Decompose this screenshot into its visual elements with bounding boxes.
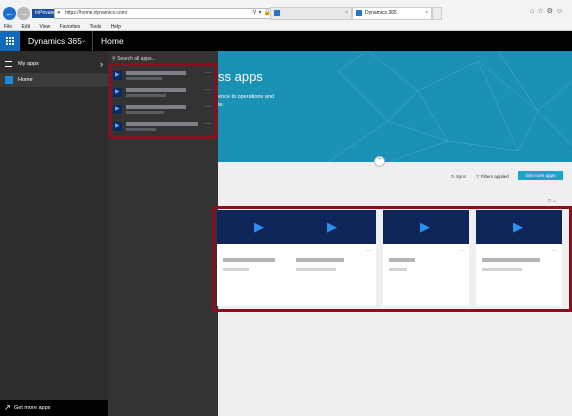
tab-favicon-icon <box>274 10 280 16</box>
search-all-apps[interactable]: ⚲ Search all apps... <box>112 56 156 62</box>
sync-icon: ↻ <box>451 174 455 179</box>
view-toggle-icon[interactable]: □ ⌄ <box>548 198 557 204</box>
nav-item-label: My apps <box>18 61 39 67</box>
filters-button[interactable]: ▽ Filters applied <box>476 173 509 181</box>
collapse-hero-icon[interactable]: ⌃ <box>374 156 385 167</box>
left-navigation: My apps › Home ↗ Get more apps <box>0 51 108 416</box>
back-button[interactable] <box>3 7 16 20</box>
nav-item-home[interactable]: Home <box>0 73 108 87</box>
breadcrumb: Home <box>101 36 124 46</box>
highlight-box-apps <box>109 63 217 139</box>
url-text: https://home.dynamics.com/ <box>65 10 128 16</box>
get-more-apps-label: Get more apps <box>14 405 51 411</box>
search-placeholder: Search all apps... <box>117 56 156 62</box>
chevron-right-icon: › <box>100 59 103 69</box>
tab-title: Dynamics 365 <box>365 10 397 16</box>
menu-view[interactable]: View <box>39 23 50 31</box>
list-icon <box>5 61 12 67</box>
sync-button[interactable]: ↻ Sync <box>451 173 466 181</box>
forward-button[interactable] <box>17 7 30 20</box>
address-row: InPrivate ● https://home.dynamics.com/ ⚲… <box>0 6 572 21</box>
highlight-box-cards <box>212 206 572 312</box>
get-more-apps-button[interactable]: Get more apps <box>518 171 563 180</box>
sync-label: Sync <box>456 174 467 179</box>
home-icon <box>5 76 13 84</box>
hero-banner: ss apps ence to operations and te. <box>218 51 572 162</box>
close-tab-icon[interactable]: × <box>345 8 348 19</box>
menu-favorites[interactable]: Favorites <box>60 23 81 31</box>
get-more-apps-label: Get more apps <box>525 173 556 178</box>
tab-background[interactable]: × <box>270 7 352 20</box>
tab-favicon-icon <box>356 10 362 16</box>
hero-title: ss apps <box>218 69 263 84</box>
menu-file[interactable]: File <box>4 23 12 31</box>
address-bar[interactable]: ● https://home.dynamics.com/ ⚲▾🔒↻ <box>54 8 284 19</box>
search-icon: ⚲ <box>112 56 116 62</box>
chevron-down-icon[interactable]: ⌄ <box>81 31 86 51</box>
new-tab-button[interactable] <box>432 7 442 20</box>
nav-item-my-apps[interactable]: My apps › <box>0 57 108 71</box>
app-name[interactable]: Dynamics 365 <box>28 31 82 51</box>
external-arrow-icon: ↗ <box>4 403 11 412</box>
get-more-apps-link[interactable]: ↗ Get more apps <box>0 400 108 416</box>
hero-subtitle: ence to operations and te. <box>218 94 274 108</box>
menu-tools[interactable]: Tools <box>90 23 102 31</box>
filter-icon: ▽ <box>476 174 480 179</box>
close-tab-icon[interactable]: × <box>425 8 428 19</box>
browser-menubar: File Edit View Favorites Tools Help <box>0 23 125 31</box>
menu-edit[interactable]: Edit <box>21 23 30 31</box>
browser-chrome: InPrivate ● https://home.dynamics.com/ ⚲… <box>0 0 572 31</box>
tab-active[interactable]: Dynamics 365 × <box>352 7 432 20</box>
filters-label: Filters applied <box>480 174 509 179</box>
page-icon: ● <box>57 10 61 16</box>
waffle-menu-icon[interactable] <box>0 31 20 51</box>
nav-item-label: Home <box>18 77 33 83</box>
app-top-bar: Dynamics 365 ⌄ Home <box>0 31 572 51</box>
divider <box>92 31 93 51</box>
browser-toolbar-icons[interactable]: ⌂☆⚙☺ <box>530 7 566 15</box>
menu-help[interactable]: Help <box>111 23 121 31</box>
